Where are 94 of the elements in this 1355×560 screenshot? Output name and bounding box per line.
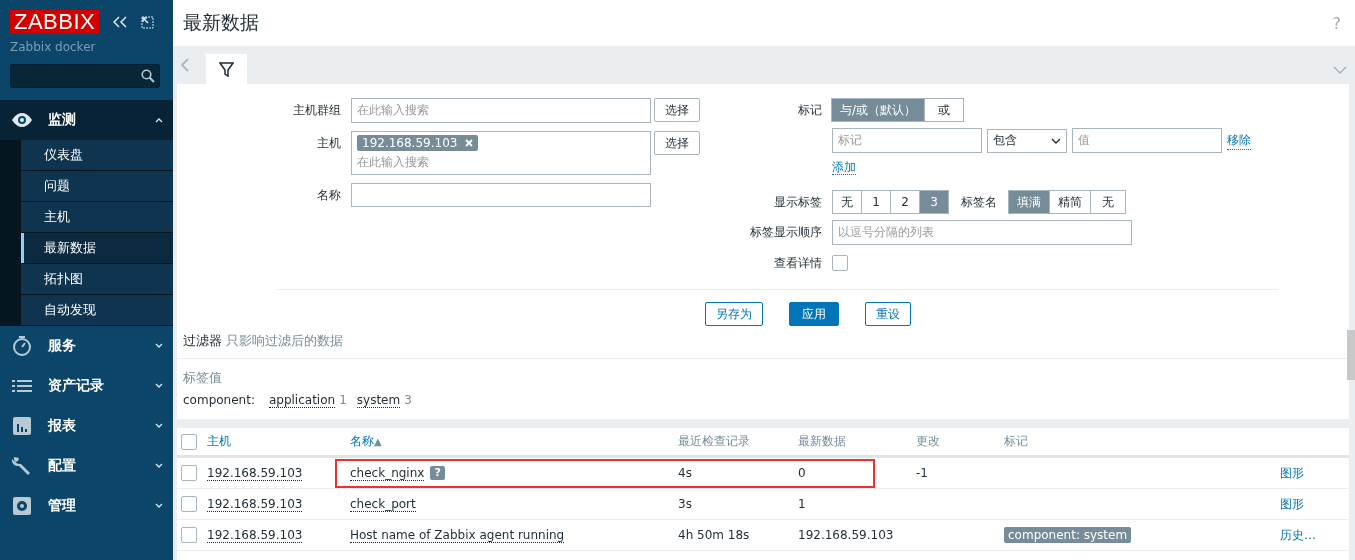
- select-button[interactable]: 选择: [654, 98, 700, 122]
- submenu-item[interactable]: 拓扑图: [21, 264, 173, 295]
- menu-item[interactable]: 服务: [0, 326, 173, 366]
- field-label: 标记: [797, 102, 822, 119]
- tag-values-title: 标签值: [183, 369, 223, 387]
- table-cell-text: 192.168.59.103: [798, 528, 895, 542]
- field-label: 显示标签: [773, 194, 822, 211]
- row-checkbox[interactable]: [181, 527, 197, 543]
- submenu-item[interactable]: 自动发现: [21, 295, 173, 326]
- collapse-icon[interactable]: [113, 16, 128, 28]
- tag-value-link[interactable]: application: [268, 393, 336, 408]
- field-label: 名称: [316, 187, 341, 204]
- menu-item[interactable]: 配置: [0, 446, 173, 486]
- scrollbar-thumb[interactable]: [1347, 330, 1355, 380]
- add-link[interactable]: 添加: [832, 160, 856, 175]
- action-link[interactable]: 图形: [1280, 465, 1304, 480]
- chevron-icon: [1051, 137, 1061, 144]
- table-cell-text: 4h 50m 18s: [678, 528, 751, 542]
- host-link[interactable]: 192.168.59.103: [207, 528, 303, 543]
- host-link[interactable]: 192.168.59.103: [207, 466, 303, 481]
- action-link[interactable]: 历史…: [1280, 527, 1316, 542]
- column-header: 最近检查记录: [678, 433, 751, 450]
- menu-item[interactable]: 监测: [0, 100, 173, 140]
- filter-tab[interactable]: [206, 54, 247, 84]
- column-header[interactable]: 主机: [207, 433, 350, 450]
- tag-name-option[interactable]: 精简: [1049, 190, 1091, 214]
- field-label: 主机: [316, 135, 341, 152]
- server-name: Zabbix docker: [9, 39, 97, 56]
- select-all-checkbox[interactable]: [181, 433, 197, 450]
- filter-button[interactable]: 另存为: [705, 302, 763, 326]
- list-icon: [10, 378, 34, 394]
- fullscreen-icon[interactable]: [141, 15, 155, 29]
- table-cell-text: 1: [798, 497, 807, 511]
- chevron-icon: [155, 117, 163, 123]
- select-button[interactable]: 选择: [654, 131, 700, 155]
- table-cell-text: 4s: [678, 466, 693, 480]
- filter-button[interactable]: 重设: [865, 302, 911, 326]
- chevron-icon: [155, 423, 163, 429]
- name-field[interactable]: [351, 183, 651, 207]
- filter-button[interactable]: 应用: [789, 302, 839, 326]
- page-title: 最新数据: [183, 10, 259, 35]
- operator-dropdown[interactable]: 包含: [987, 128, 1067, 153]
- field-label: 标签显示顺序: [749, 224, 822, 241]
- menu-item[interactable]: 报表: [0, 406, 173, 446]
- field-label: 标签名: [961, 194, 997, 211]
- column-header: 标记: [1004, 433, 1029, 450]
- column-header: 更改: [916, 433, 941, 450]
- submenu-item[interactable]: 问题: [21, 171, 173, 202]
- item-name-link[interactable]: check_nginx: [350, 465, 425, 481]
- mode-toggle[interactable]: 或: [924, 98, 965, 122]
- row-checkbox[interactable]: [181, 465, 197, 481]
- chevron-icon: [155, 383, 163, 389]
- search-icon: [141, 69, 155, 83]
- close-icon[interactable]: [465, 139, 474, 147]
- details-checkbox[interactable]: [832, 255, 848, 271]
- gear-icon: [10, 496, 34, 516]
- show-tags-option[interactable]: 1: [861, 190, 891, 214]
- stopwatch-icon: [10, 335, 34, 357]
- filter-icon: [219, 61, 234, 77]
- expand-chevron-icon[interactable]: [1333, 66, 1347, 74]
- column-header[interactable]: 名称▲: [350, 433, 678, 450]
- field-label: 查看详情: [773, 255, 822, 272]
- column-header: 最新数据: [798, 433, 847, 450]
- tag-count: 1: [339, 393, 347, 407]
- submenu-item[interactable]: 仪表盘: [21, 140, 173, 171]
- tag-count: 3: [404, 393, 412, 407]
- show-tags-option[interactable]: 无: [832, 190, 862, 214]
- submenu-item[interactable]: 主机: [21, 202, 173, 233]
- row-checkbox[interactable]: [181, 496, 197, 512]
- item-name-link[interactable]: Host name of Zabbix agent running: [350, 527, 565, 543]
- field-label: 主机群组: [292, 102, 341, 119]
- chevron-icon: [155, 343, 163, 349]
- menu-item[interactable]: 管理: [0, 486, 173, 526]
- submenu-item[interactable]: 最新数据: [21, 233, 173, 264]
- chevron-icon: [155, 503, 163, 509]
- bar-chart-icon: [10, 416, 34, 436]
- search-field[interactable]: [10, 64, 160, 88]
- table-cell-text: 0: [798, 466, 807, 480]
- tag-value-link[interactable]: system: [356, 393, 401, 408]
- remove-link[interactable]: 移除: [1227, 131, 1251, 150]
- tag-name-option[interactable]: 无: [1090, 190, 1126, 214]
- tag-name: component:: [183, 393, 255, 407]
- zabbix-logo[interactable]: ZABBIX: [10, 10, 100, 34]
- chevron-icon: [155, 463, 163, 469]
- eye-icon: [10, 112, 34, 128]
- table-cell-text: 3s: [678, 497, 693, 511]
- menu-item[interactable]: 资产记录: [0, 366, 173, 406]
- action-link[interactable]: 图形: [1280, 496, 1304, 511]
- tag-label: component: system: [1004, 527, 1132, 543]
- filter-note: 过滤器 只影响过滤后的数据: [177, 326, 1349, 359]
- item-name-link[interactable]: check_port: [350, 496, 416, 512]
- table-cell-text: -1: [916, 466, 929, 480]
- show-tags-option[interactable]: 2: [890, 190, 920, 214]
- host-link[interactable]: 192.168.59.103: [207, 497, 303, 512]
